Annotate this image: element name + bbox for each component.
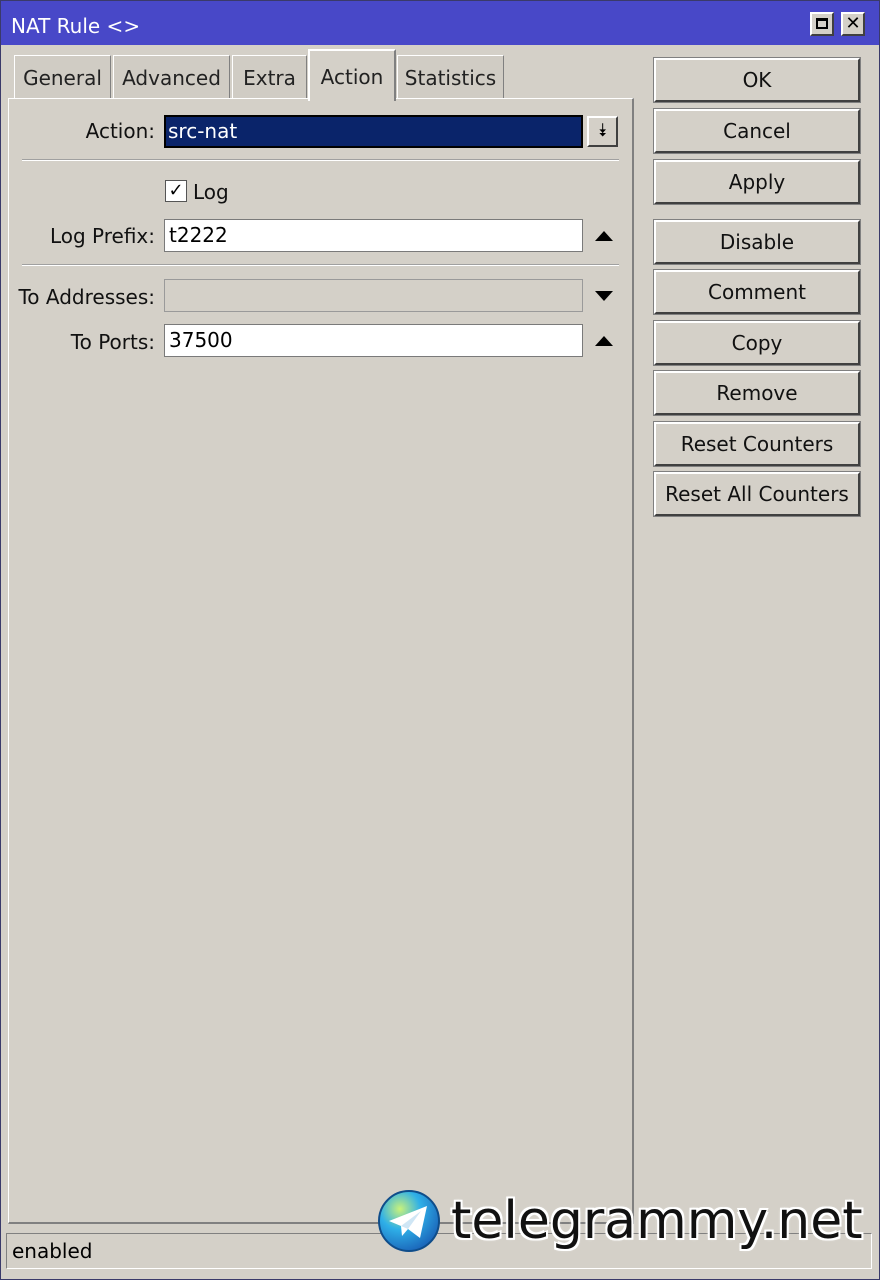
expand-down-icon[interactable] [595, 291, 613, 301]
tab-label: Statistics [404, 66, 497, 90]
log-label: Log [193, 180, 229, 204]
cancel-button[interactable]: Cancel [653, 108, 861, 154]
reset-counters-button[interactable]: Reset Counters [653, 421, 861, 467]
to-addresses-input[interactable] [164, 279, 583, 312]
tab-general[interactable]: General [14, 55, 111, 99]
log-checkbox[interactable]: ✓ [165, 180, 187, 202]
maximize-icon [816, 18, 828, 29]
tab-extra[interactable]: Extra [232, 55, 307, 99]
watermark-text: telegrammy.net [451, 1191, 863, 1251]
title-bar[interactable]: NAT Rule <> ✕ [1, 1, 879, 45]
nat-rule-window: NAT Rule <> ✕ General Advanced Extra Act… [0, 0, 880, 1280]
tab-label: Advanced [122, 66, 221, 90]
comment-button[interactable]: Comment [653, 269, 861, 315]
separator [22, 159, 619, 161]
log-prefix-input[interactable]: t2222 [164, 219, 583, 252]
window-title: NAT Rule <> [11, 14, 141, 38]
status-text: enabled [12, 1239, 93, 1263]
dropdown-arrow-icon: ⯯ [597, 120, 608, 141]
watermark: telegrammy.net [377, 1189, 867, 1255]
tab-label: Action [320, 65, 384, 89]
action-label: Action: [85, 119, 155, 143]
action-select[interactable]: src-nat [164, 115, 583, 148]
tab-action[interactable]: Action [308, 49, 396, 101]
copy-button[interactable]: Copy [653, 320, 861, 366]
to-addresses-label: To Addresses: [18, 285, 155, 309]
close-icon: ✕ [845, 13, 861, 34]
checkmark-icon: ✓ [168, 180, 184, 201]
ok-button[interactable]: OK [653, 57, 861, 103]
action-tab-panel [8, 98, 634, 1224]
tab-advanced[interactable]: Advanced [113, 55, 230, 99]
remove-button[interactable]: Remove [653, 370, 861, 416]
log-prefix-label: Log Prefix: [49, 224, 155, 248]
to-ports-label: To Ports: [70, 330, 155, 354]
separator [22, 264, 619, 266]
maximize-button[interactable] [810, 12, 834, 36]
disable-button[interactable]: Disable [653, 219, 861, 265]
action-dropdown-button[interactable]: ⯯ [587, 116, 618, 147]
tab-label: General [23, 66, 102, 90]
to-ports-input[interactable]: 37500 [164, 324, 583, 357]
telegram-logo-icon [378, 1190, 440, 1252]
collapse-up-icon[interactable] [595, 231, 613, 241]
collapse-up-icon[interactable] [595, 336, 613, 346]
tab-label: Extra [243, 66, 296, 90]
apply-button[interactable]: Apply [653, 159, 861, 205]
tab-statistics[interactable]: Statistics [397, 55, 504, 99]
reset-all-counters-button[interactable]: Reset All Counters [653, 471, 861, 517]
close-button[interactable]: ✕ [841, 12, 865, 36]
